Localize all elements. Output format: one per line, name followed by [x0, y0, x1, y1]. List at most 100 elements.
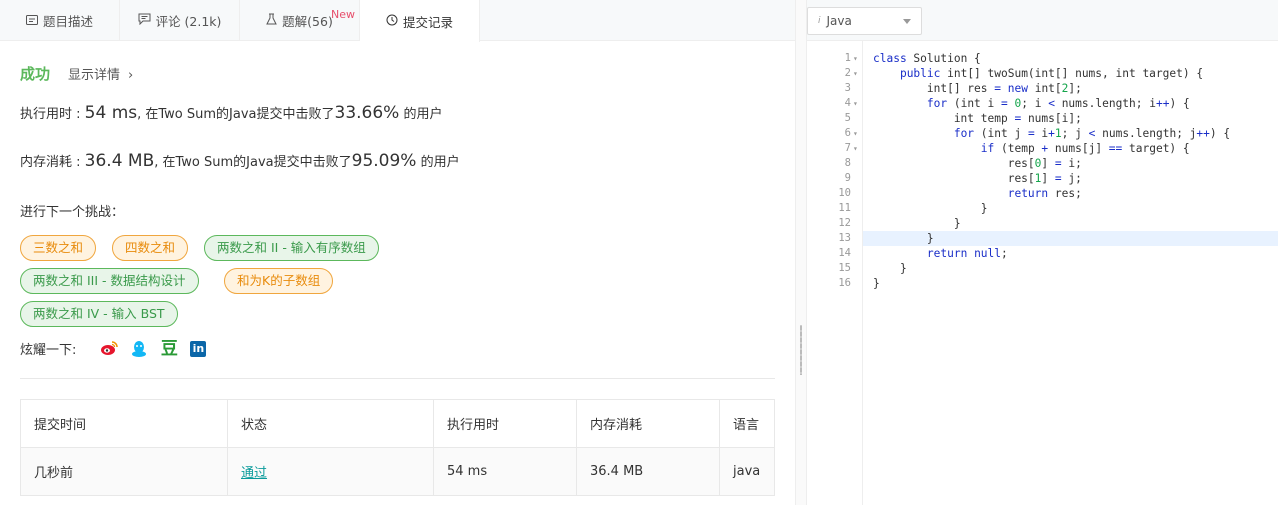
status-pass-link[interactable]: 通过	[241, 466, 267, 481]
line-number: 13	[838, 232, 851, 244]
code-line[interactable]: 1 ▾ class Solution {	[845, 51, 1278, 66]
runtime-suffix: 的用户	[399, 107, 443, 122]
share-row: 炫耀一下: 豆 in	[20, 339, 207, 358]
memory-value: 36.4 MB	[84, 151, 155, 171]
chevron-down-icon	[903, 19, 911, 24]
line-number: 7	[844, 142, 851, 154]
fold-arrow-icon[interactable]: ▾	[853, 96, 858, 111]
code-line[interactable]: 14 return null;	[838, 246, 1278, 261]
weibo-icon[interactable]	[100, 340, 119, 358]
code-line[interactable]: 7 ▾ if (temp + nums[j] == target) {	[845, 141, 1278, 156]
code-line[interactable]: 8 res[0] = i;	[845, 156, 1278, 171]
code-pane: i Java 1 ▾ class Solution {2 ▾ public int[]…	[807, 0, 1278, 505]
code-text: }	[873, 232, 934, 245]
fold-arrow-icon[interactable]: ▾	[853, 66, 858, 81]
tab-submissions[interactable]: 提交记录	[360, 0, 480, 42]
tab-bar: 题目描述 评论 (2.1k) 题解(56) New 提交记录	[0, 0, 795, 42]
show-details-link[interactable]: 显示详情 ›	[68, 64, 133, 83]
challenge-tag[interactable]: 两数之和 III - 数据结构设计	[20, 268, 199, 294]
line-number: 10	[838, 187, 851, 199]
drag-handle-icon[interactable]	[800, 325, 802, 375]
code-text: }	[873, 262, 907, 275]
memory-text: , 在Two Sum的Java提交中击败了	[154, 155, 352, 170]
status-row: 成功 显示详情 ›	[20, 63, 133, 84]
code-text: res[0] = i;	[873, 157, 1082, 170]
tab-label: 提交记录	[402, 14, 453, 30]
clock-icon	[386, 14, 398, 29]
description-icon	[25, 14, 38, 28]
challenge-tag[interactable]: 两数之和 IV - 输入 BST	[20, 301, 178, 327]
line-number: 11	[838, 202, 851, 214]
challenge-tag[interactable]: 和为K的子数组	[224, 268, 334, 294]
pane-splitter[interactable]	[795, 0, 807, 505]
code-line[interactable]: 11 }	[838, 201, 1278, 216]
details-label: 显示详情	[68, 68, 121, 83]
code-line[interactable]: 4 ▾ for (int i = 0; i < nums.length; i++)…	[845, 96, 1278, 111]
challenge-tag[interactable]: 三数之和	[20, 235, 97, 261]
code-line[interactable]: 9 res[1] = j;	[845, 171, 1278, 186]
linkedin-icon[interactable]: in	[190, 340, 207, 357]
code-line[interactable]: 10 return res;	[838, 186, 1278, 201]
share-label: 炫耀一下:	[20, 343, 77, 358]
line-number: 4	[844, 97, 851, 109]
language-select[interactable]: i Java	[807, 7, 922, 35]
runtime-stat: 执行用时 : 54 ms, 在Two Sum的Java提交中击败了33.66% …	[20, 103, 442, 123]
code-line[interactable]: 6 ▾ for (int j = i+1; j < nums.length; j+…	[845, 126, 1278, 141]
line-number: 15	[838, 262, 851, 274]
code-text: }	[873, 202, 988, 215]
runtime-text: , 在Two Sum的Java提交中击败了	[137, 107, 335, 122]
challenge-tag[interactable]: 两数之和 II - 输入有序数组	[204, 235, 379, 261]
line-number: 14	[838, 247, 851, 259]
table-row: 几秒前 通过 54 ms 36.4 MB java	[20, 447, 775, 496]
line-number: 3	[844, 82, 851, 94]
code-text: int[] res = new int[2];	[873, 82, 1082, 95]
editor-toolbar: i Java	[807, 0, 1278, 41]
code-text: int temp = nums[i];	[873, 112, 1082, 125]
table-header-row: 提交时间 状态 执行用时 内存消耗 语言	[20, 399, 775, 448]
submissions-table: 提交时间 状态 执行用时 内存消耗 语言 几秒前 通过 54 ms 36.4 M…	[20, 399, 775, 496]
code-line[interactable]: 3 int[] res = new int[2];	[845, 81, 1278, 96]
code-line[interactable]: 12 }	[838, 216, 1278, 231]
code-text: return null;	[926, 247, 1008, 260]
code-text: for (int j = i+1; j < nums.length; j++) …	[953, 127, 1231, 140]
code-text: public int[] twoSum(int[] nums, int targ…	[899, 67, 1204, 80]
flask-icon	[266, 13, 277, 28]
code-text: return res;	[1007, 187, 1082, 200]
tab-label: 题解(56)	[282, 14, 333, 29]
fold-arrow-icon[interactable]: ▾	[853, 126, 858, 141]
language-value: Java	[826, 14, 852, 28]
code-lines: 1 ▾ class Solution {2 ▾ public int[] twoSum…	[838, 51, 1278, 291]
fold-arrow-icon[interactable]: ▾	[853, 51, 858, 66]
code-editor[interactable]: 1 ▾ class Solution {2 ▾ public int[] twoSum…	[807, 41, 1278, 505]
status-success: 成功	[20, 65, 51, 83]
code-line[interactable]: 15 }	[838, 261, 1278, 276]
line-number: 8	[844, 157, 851, 169]
qq-icon[interactable]	[130, 340, 148, 358]
tab-comments[interactable]: 评论 (2.1k)	[120, 0, 240, 41]
comment-icon	[138, 13, 151, 28]
douban-icon[interactable]: 豆	[160, 340, 178, 358]
leetcode-submission-page: 题目描述 评论 (2.1k) 题解(56) New 提交记录 成功 显示详情 ›…	[0, 0, 1278, 505]
code-line[interactable]: 5 int temp = nums[i];	[845, 111, 1278, 126]
new-badge: New	[331, 8, 355, 21]
line-number: 2	[844, 67, 851, 79]
column-header: 状态	[227, 399, 434, 448]
line-number: 5	[844, 112, 851, 124]
divider	[20, 378, 775, 379]
code-text: }	[873, 217, 961, 230]
memory-cell: 36.4 MB	[576, 447, 720, 496]
code-line[interactable]: 16}	[838, 276, 1278, 291]
code-line[interactable]: 2 ▾ public int[] twoSum(int[] nums, int t…	[845, 66, 1278, 81]
code-line[interactable]: 13 }	[838, 231, 1278, 246]
submit-time: 几秒前	[20, 447, 228, 496]
status-cell: 通过	[227, 447, 434, 496]
challenge-tag[interactable]: 四数之和	[112, 235, 189, 261]
tab-description[interactable]: 题目描述	[0, 0, 120, 41]
fold-arrow-icon[interactable]: ▾	[853, 141, 858, 156]
memory-suffix: 的用户	[416, 155, 460, 170]
line-number: 16	[838, 277, 851, 289]
line-number: 6	[844, 127, 851, 139]
tab-solutions[interactable]: 题解(56) New	[240, 0, 360, 41]
line-number: 12	[838, 217, 851, 229]
memory-percentile: 95.09%	[351, 151, 417, 171]
